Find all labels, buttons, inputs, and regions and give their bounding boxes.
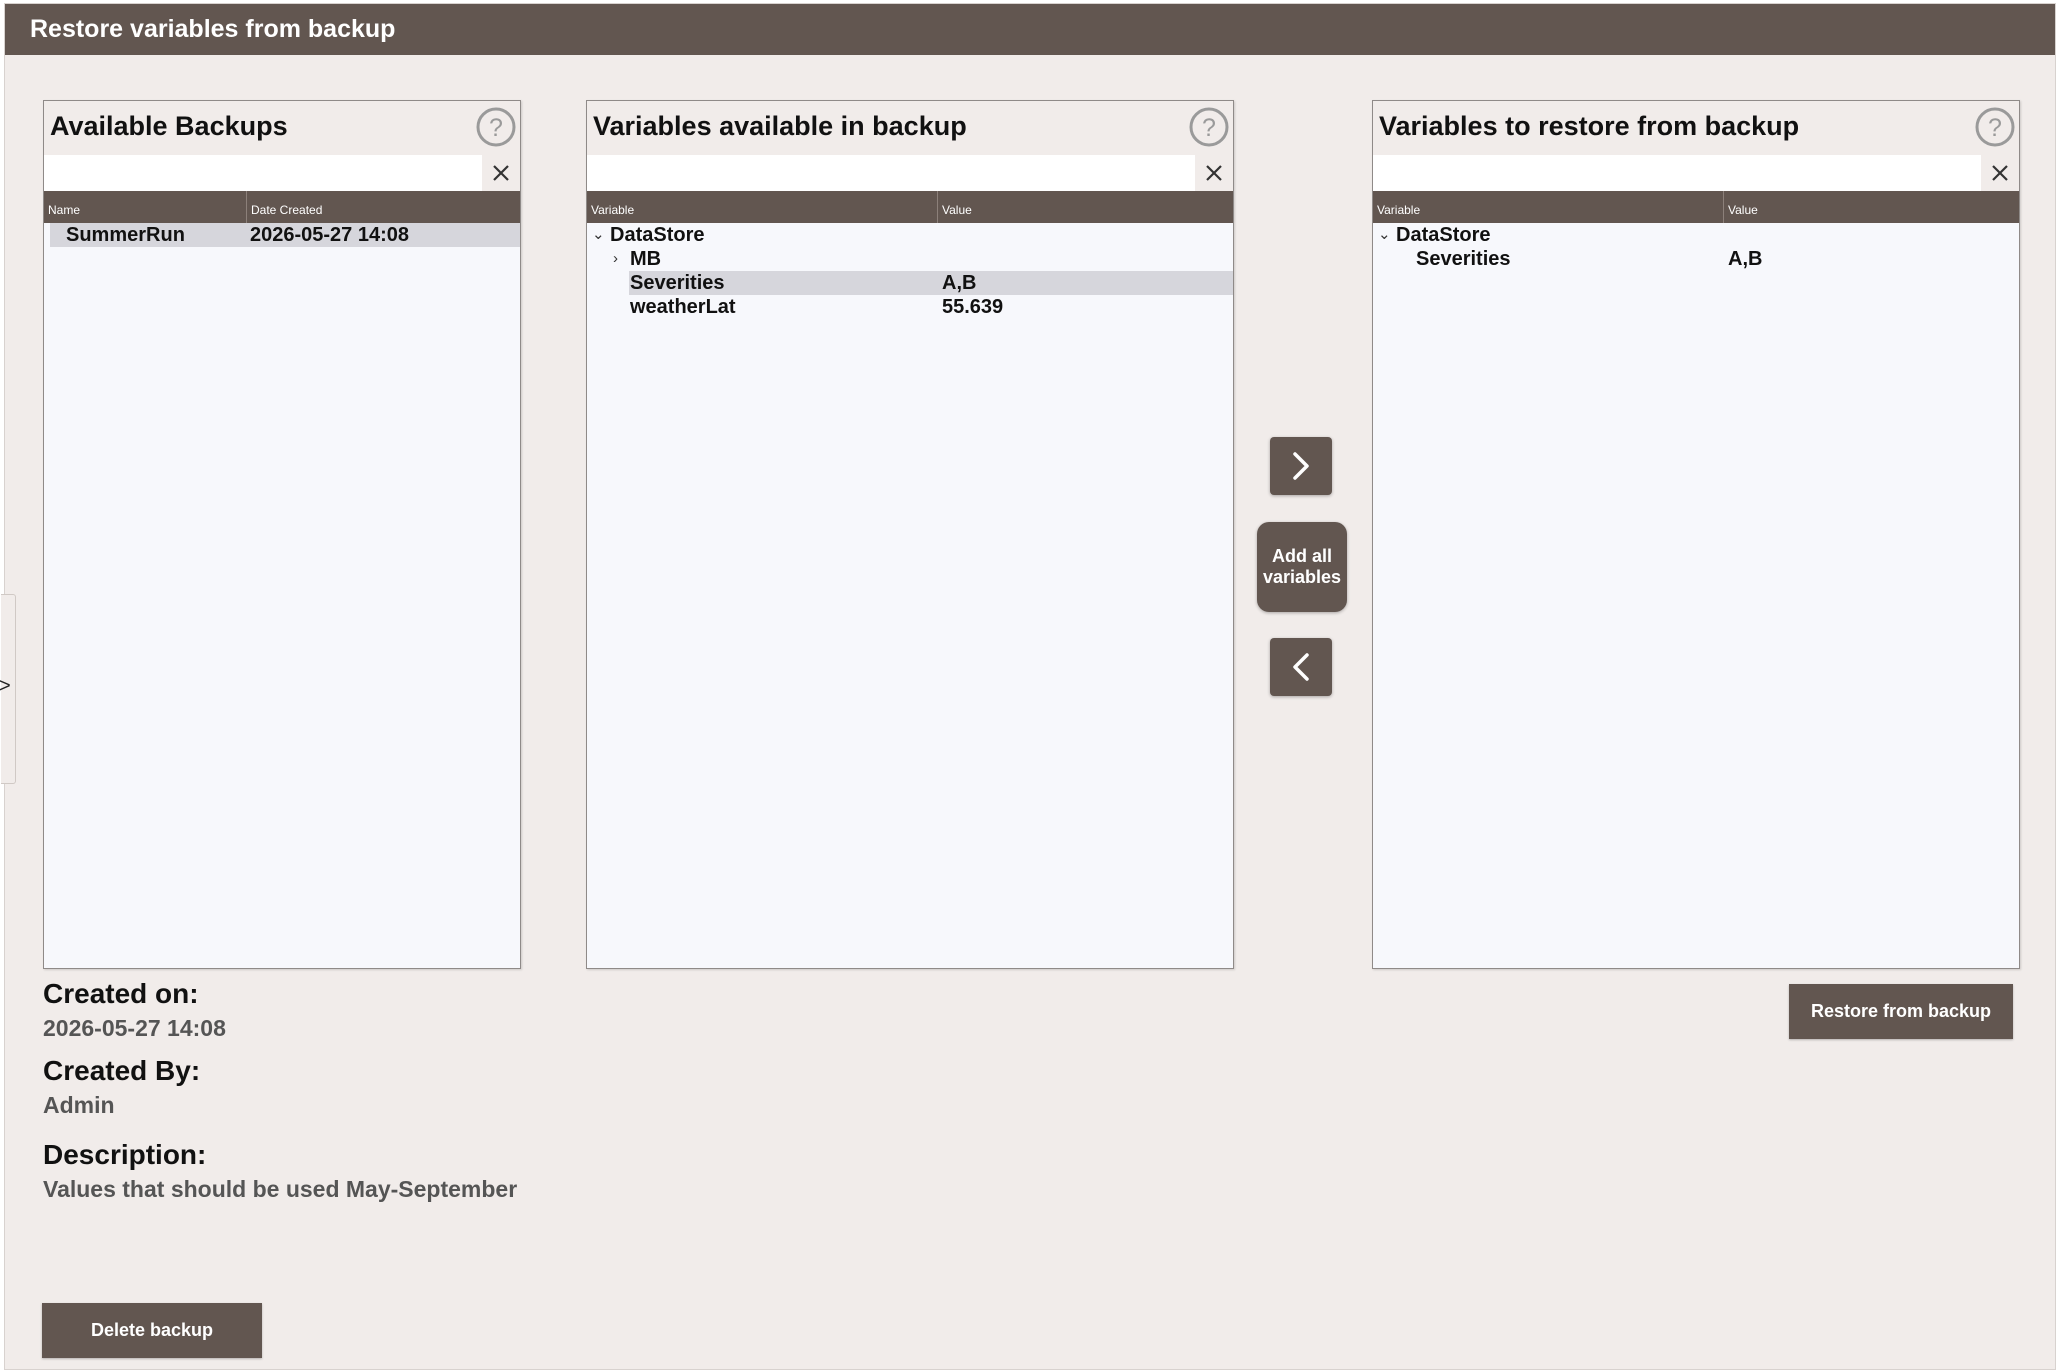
column-date-created[interactable]: Date Created <box>246 191 520 223</box>
backups-search-input[interactable] <box>44 155 482 191</box>
available-variables-panel: Variables available in backup ? Variable… <box>586 100 1234 969</box>
panel-header: Variables available in backup ? <box>587 101 1233 155</box>
variable-row[interactable]: Severities A,B <box>1373 247 2019 271</box>
column-value[interactable]: Value <box>937 191 1233 223</box>
chevron-down-icon[interactable]: ⌄ <box>1378 223 1391 247</box>
panel-header: Variables to restore from backup ? <box>1373 101 2019 155</box>
description-value: Values that should be used May-September <box>43 1176 518 1202</box>
created-on-label: Created on: <box>43 978 199 1009</box>
restore-dialog: Restore variables from backup > Availabl… <box>0 3 2056 1370</box>
tree-node-label: DataStore <box>610 224 705 246</box>
help-icon[interactable]: ? <box>1974 106 2016 148</box>
variable-value: A,B <box>942 272 977 294</box>
available-backups-panel: Available Backups ? Name Date Created Su… <box>43 100 521 969</box>
created-by-label: Created By: <box>43 1055 201 1086</box>
chevron-left-icon <box>1293 653 1309 681</box>
variable-row[interactable]: weatherLat 55.639 <box>587 295 1233 319</box>
search-row <box>44 155 520 191</box>
variable-name: Severities <box>630 272 725 294</box>
chevron-right-icon <box>1293 452 1309 480</box>
delete-backup-button[interactable]: Delete backup <box>42 1303 262 1358</box>
svg-text:?: ? <box>1988 114 2002 142</box>
expand-arrow-icon: > <box>0 675 11 697</box>
clear-search-icon[interactable] <box>1981 155 2019 191</box>
column-value[interactable]: Value <box>1723 191 2019 223</box>
column-name[interactable]: Name <box>44 191 246 223</box>
restore-from-backup-button[interactable]: Restore from backup <box>1789 984 2013 1039</box>
clear-search-icon[interactable] <box>1195 155 1233 191</box>
tree-node-label: DataStore <box>1396 224 1491 246</box>
svg-text:?: ? <box>1202 114 1216 142</box>
backups-list: SummerRun 2026-05-27 14:08 <box>44 223 520 247</box>
column-header: Variable Value <box>587 191 1233 223</box>
created-on-value: 2026-05-27 14:08 <box>43 1015 226 1041</box>
chevron-right-icon[interactable]: › <box>613 247 618 271</box>
restore-variables-tree: ⌄ DataStore Severities A,B <box>1373 223 2019 271</box>
description-label: Description: <box>43 1139 207 1170</box>
side-panel-toggle[interactable]: > <box>0 594 16 784</box>
restore-search-input[interactable] <box>1373 155 1981 191</box>
tree-node-datastore[interactable]: ⌄ DataStore <box>587 223 1233 247</box>
window-title: Restore variables from backup <box>5 4 2055 55</box>
restore-variables-panel: Variables to restore from backup ? Varia… <box>1372 100 2020 969</box>
table-row[interactable]: SummerRun 2026-05-27 14:08 <box>44 223 520 247</box>
panel-title: Variables to restore from backup <box>1379 111 1800 141</box>
add-selected-button[interactable] <box>1270 437 1332 495</box>
variable-value: 55.639 <box>942 296 1004 318</box>
add-all-label-line2: variables <box>1262 567 1342 587</box>
available-variables-tree: ⌄ DataStore › MB Severities A,B weatherL… <box>587 223 1233 319</box>
svg-text:?: ? <box>489 114 503 142</box>
tree-node-datastore[interactable]: ⌄ DataStore <box>1373 223 2019 247</box>
panel-header: Available Backups ? <box>44 101 520 155</box>
add-all-label-line1: Add all <box>1271 546 1332 566</box>
variable-value: A,B <box>1728 248 1763 270</box>
tree-node-label: MB <box>630 248 662 270</box>
panel-title: Variables available in backup <box>593 111 967 141</box>
variable-name: Severities <box>1416 248 1511 270</box>
tree-node-mb[interactable]: › MB <box>587 247 1233 271</box>
column-variable[interactable]: Variable <box>1373 191 1723 223</box>
column-variable[interactable]: Variable <box>587 191 937 223</box>
available-search-input[interactable] <box>587 155 1195 191</box>
backup-name: SummerRun <box>66 224 185 246</box>
chevron-down-icon[interactable]: ⌄ <box>592 223 605 247</box>
remove-selected-button[interactable] <box>1270 638 1332 696</box>
clear-search-icon[interactable] <box>482 155 520 191</box>
panel-title: Available Backups <box>50 111 288 141</box>
help-icon[interactable]: ? <box>1188 106 1230 148</box>
add-all-variables-button[interactable]: Add all variables <box>1257 522 1347 612</box>
created-by-value: Admin <box>43 1092 115 1118</box>
column-header: Variable Value <box>1373 191 2019 223</box>
column-header: Name Date Created <box>44 191 520 223</box>
search-row <box>587 155 1233 191</box>
variable-row[interactable]: Severities A,B <box>587 271 1233 295</box>
search-row <box>1373 155 2019 191</box>
backup-date: 2026-05-27 14:08 <box>250 224 410 246</box>
variable-name: weatherLat <box>630 296 736 318</box>
help-icon[interactable]: ? <box>475 106 517 148</box>
